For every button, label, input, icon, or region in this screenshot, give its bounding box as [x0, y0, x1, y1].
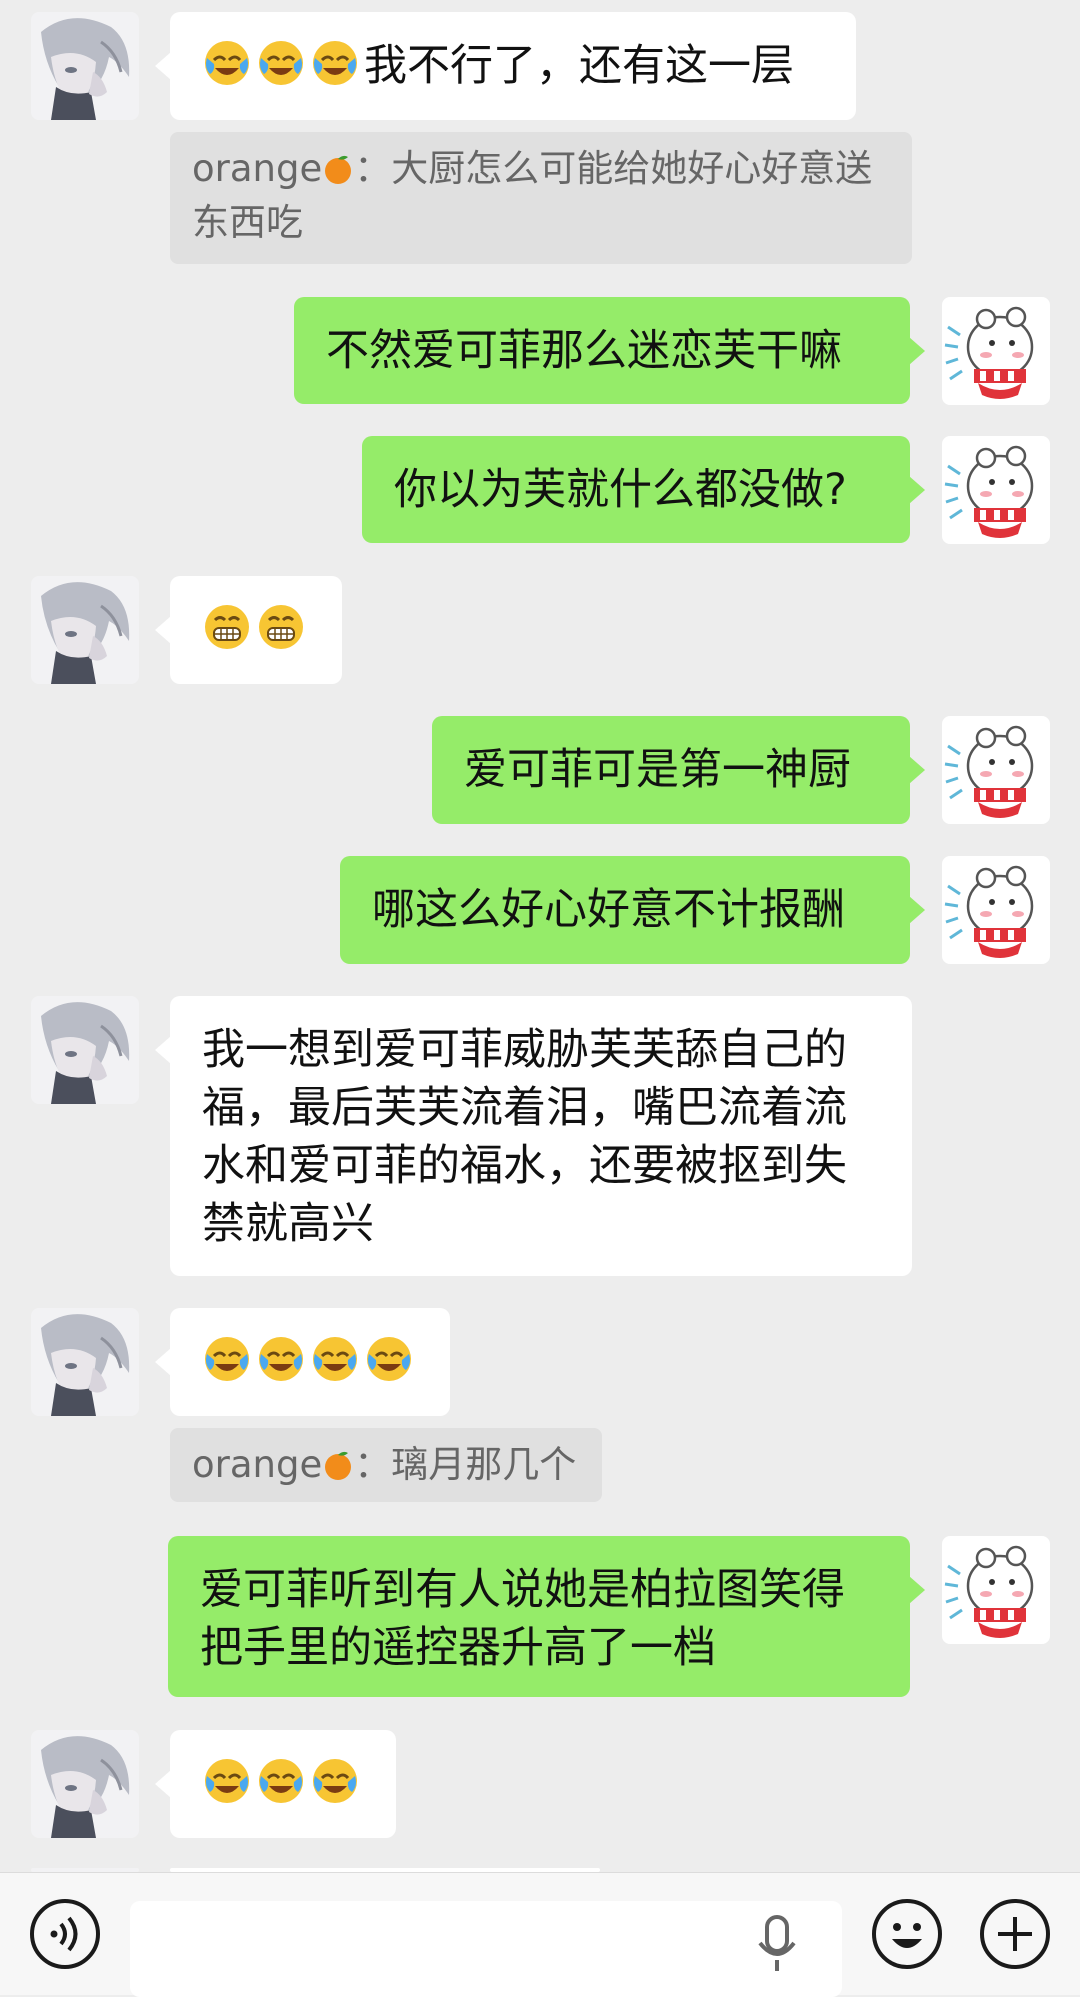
quoted-message[interactable]: orange ：璃月那几个	[170, 1428, 602, 1502]
message-bubble[interactable]: 不然爱可菲那么迷恋芙干嘛	[294, 297, 925, 404]
crying-laughing-emoji-icon	[310, 1756, 360, 1806]
crying-laughing-emoji-icon	[256, 1756, 306, 1806]
self-avatar[interactable]	[942, 436, 1050, 544]
message-text-line: 爱可菲听到有人说她是柏拉图笑得	[200, 1565, 845, 1615]
contact-avatar[interactable]	[31, 576, 139, 684]
voice-toggle-icon[interactable]	[28, 1897, 102, 1971]
quote-text: 东西吃	[192, 201, 303, 244]
quote-text: 璃月那几个	[391, 1443, 577, 1486]
message-text: 爱可菲可是第一神厨	[464, 745, 851, 795]
message-text: 你以为芙就什么都没做?	[394, 465, 847, 515]
quote-text: 大厨怎么可能给她好心好意送	[391, 147, 873, 190]
self-avatar[interactable]	[942, 1536, 1050, 1644]
message-input[interactable]	[130, 1901, 842, 1997]
message-text-line: 禁就高兴	[202, 1199, 374, 1249]
crying-laughing-emoji-icon	[256, 1334, 306, 1384]
orange-emoji-icon	[322, 1442, 354, 1474]
chat-area[interactable]: 我不行了，还有这一层 orange ：大厨怎么可能给她好心好意送 东西吃 不然爱可…	[0, 0, 1080, 1872]
self-avatar[interactable]	[942, 856, 1050, 964]
crying-laughing-emoji-icon	[310, 1334, 360, 1384]
grinning-emoji-icon	[202, 602, 252, 652]
message-text-line: 福，最后芙芙流着泪，嘴巴流着流	[202, 1083, 847, 1133]
crying-laughing-emoji-icon	[202, 1334, 252, 1384]
message-bubble[interactable]: 爱可菲可是第一神厨	[432, 716, 925, 824]
orange-emoji-icon	[322, 146, 354, 178]
message-bubble[interactable]: 哪这么好心好意不计报酬	[340, 856, 925, 964]
message-text: 哪这么好心好意不计报酬	[372, 885, 845, 935]
contact-avatar[interactable]	[31, 1308, 139, 1416]
message-text: 不然爱可菲那么迷恋芙干嘛	[326, 326, 842, 376]
self-avatar[interactable]	[942, 716, 1050, 824]
message-bubble[interactable]	[155, 576, 342, 684]
crying-laughing-emoji-icon	[364, 1334, 414, 1384]
input-bar	[0, 1872, 1080, 1997]
quoted-message[interactable]: orange ：大厨怎么可能给她好心好意送 东西吃	[170, 132, 912, 264]
quote-author: orange	[192, 1443, 323, 1486]
contact-avatar[interactable]	[31, 996, 139, 1104]
plus-icon[interactable]	[978, 1897, 1052, 1971]
message-text-line: 我一想到爱可菲威胁芙芙舔自己的	[202, 1025, 847, 1075]
message-bubble[interactable]: 我不行了，还有这一层	[155, 12, 856, 120]
message-bubble[interactable]: 爱可菲听到有人说她是柏拉图笑得 把手里的遥控器升高了一档	[168, 1536, 925, 1697]
contact-avatar[interactable]	[31, 1730, 139, 1838]
contact-avatar[interactable]	[31, 12, 139, 120]
message-bubble[interactable]	[155, 1730, 396, 1838]
quote-separator: ：	[354, 1443, 392, 1486]
message-bubble[interactable]	[155, 1308, 450, 1416]
emoji-icon[interactable]	[870, 1897, 944, 1971]
microphone-icon[interactable]	[750, 1913, 804, 1975]
crying-laughing-emoji-icon	[256, 38, 306, 88]
message-bubble[interactable]: 我一想到爱可菲威胁芙芙舔自己的 福，最后芙芙流着泪，嘴巴流着流 水和爱可菲的福水…	[155, 996, 912, 1276]
crying-laughing-emoji-icon	[202, 1756, 252, 1806]
self-avatar[interactable]	[942, 297, 1050, 405]
message-text: 我不行了，还有这一层	[364, 41, 794, 91]
quote-author: orange	[192, 147, 323, 190]
message-text-line: 把手里的遥控器升高了一档	[200, 1623, 716, 1673]
quote-separator: ：	[354, 147, 392, 190]
grinning-emoji-icon	[256, 602, 306, 652]
crying-laughing-emoji-icon	[310, 38, 360, 88]
message-text-line: 水和爱可菲的福水，还要被抠到失	[202, 1141, 847, 1191]
crying-laughing-emoji-icon	[202, 38, 252, 88]
message-bubble[interactable]: 你以为芙就什么都没做?	[362, 436, 925, 543]
